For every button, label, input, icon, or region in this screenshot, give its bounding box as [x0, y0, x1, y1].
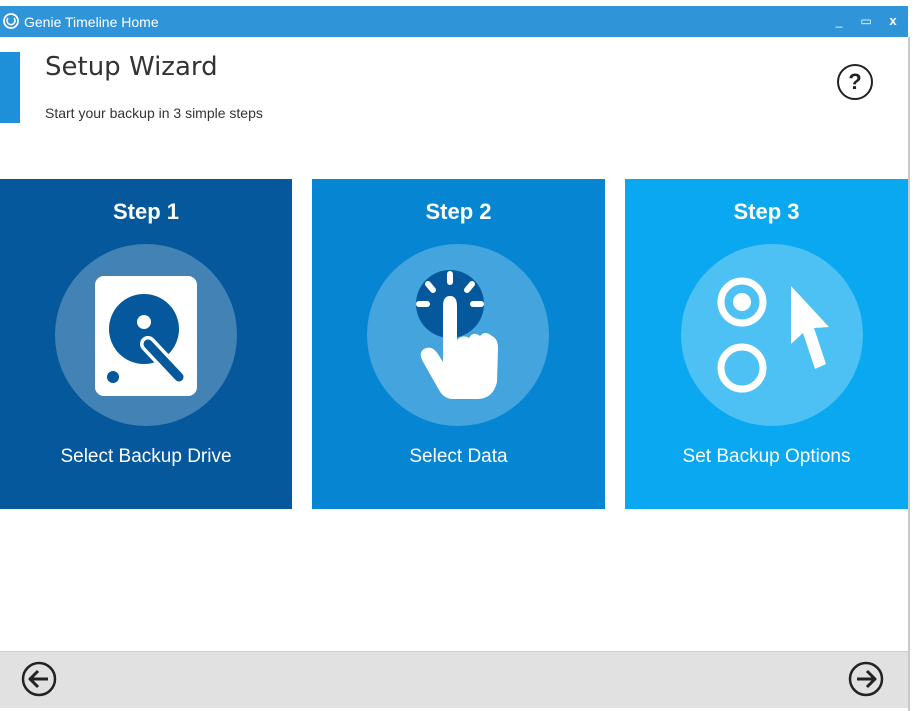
options-cursor-icon	[717, 277, 829, 393]
app-logo-icon	[3, 13, 19, 29]
step-label: Select Data	[409, 446, 508, 467]
window-border	[908, 37, 910, 711]
help-button[interactable]: ?	[837, 64, 873, 100]
page-subtitle: Start your backup in 3 simple steps	[45, 105, 263, 121]
maximize-button[interactable]: ▭	[857, 12, 875, 30]
step-3-tile[interactable]: Step 3 Set Backup Options	[625, 179, 908, 509]
footer-bar	[0, 651, 908, 708]
page-title: Setup Wizard	[45, 52, 218, 82]
step-icon-circle	[367, 244, 549, 426]
arrow-left-icon[interactable]	[21, 661, 57, 697]
step-title: Step 3	[733, 199, 800, 224]
hard-drive-icon	[95, 276, 197, 396]
window-title: Genie Timeline Home	[24, 14, 159, 30]
step-1-tile[interactable]: Step 1 Select Backup Drive	[0, 179, 292, 509]
minimize-button[interactable]: _	[830, 12, 848, 30]
header-accent-bar	[0, 52, 20, 123]
step-title: Step 1	[112, 199, 180, 224]
close-button[interactable]: x	[884, 12, 902, 30]
arrow-right-icon[interactable]	[848, 661, 884, 697]
step-label: Set Backup Options	[682, 446, 851, 467]
step-icon-circle	[681, 244, 863, 426]
title-bar: Genie Timeline Home _ ▭ x	[0, 6, 908, 37]
step-label: Select Backup Drive	[60, 446, 232, 467]
step-icon-circle	[55, 244, 237, 426]
tap-hand-icon	[416, 270, 498, 399]
step-2-tile[interactable]: Step 2 Select Data	[312, 179, 605, 509]
step-title: Step 2	[425, 199, 492, 224]
